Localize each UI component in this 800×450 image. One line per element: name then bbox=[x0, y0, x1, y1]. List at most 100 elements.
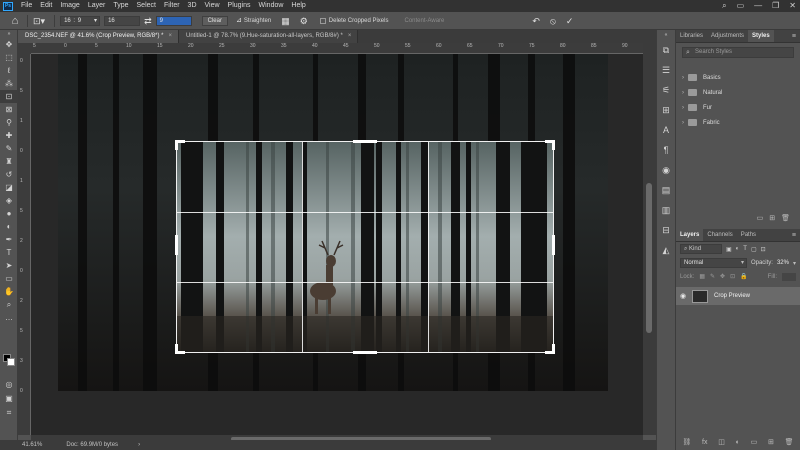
lock-image-icon[interactable]: ✎ bbox=[710, 273, 715, 280]
style-group-fabric[interactable]: › Fabric bbox=[676, 115, 800, 130]
eraser-tool-icon[interactable]: ◪ bbox=[0, 181, 18, 194]
menu-type[interactable]: Type bbox=[109, 0, 132, 12]
patterns-icon[interactable]: ▥ bbox=[657, 200, 675, 220]
ratio-height-field[interactable]: 9 bbox=[155, 15, 192, 26]
swatches-icon[interactable]: ▤ bbox=[657, 180, 675, 200]
lock-all-icon[interactable]: 🔒 bbox=[740, 273, 747, 280]
style-group-basics[interactable]: › Basics bbox=[676, 70, 800, 85]
hand-tool-icon[interactable]: ✋ bbox=[0, 285, 18, 298]
layer-row[interactable]: ◉ Crop Preview bbox=[676, 287, 800, 305]
screen-mode-icon[interactable]: ▣ bbox=[0, 392, 18, 405]
canvas-area[interactable] bbox=[31, 54, 643, 435]
properties-icon[interactable]: ☰ bbox=[657, 60, 675, 80]
opacity-value[interactable]: 32% bbox=[777, 260, 789, 266]
zoom-tool-icon[interactable]: ⌕ bbox=[0, 298, 18, 311]
adjustments-icon[interactable]: ⚟ bbox=[657, 80, 675, 100]
tab-paths[interactable]: Paths bbox=[737, 229, 760, 241]
new-group-icon[interactable]: ▭ bbox=[751, 438, 758, 446]
document-canvas[interactable] bbox=[58, 54, 608, 391]
trash-icon[interactable]: 🗑 bbox=[781, 214, 790, 222]
swap-icon[interactable]: ⇄ bbox=[144, 16, 152, 26]
ratio-width-field[interactable]: 16 bbox=[104, 15, 141, 26]
new-group-icon[interactable]: ▭ bbox=[757, 214, 764, 222]
crop-handle-left[interactable] bbox=[175, 235, 178, 255]
healing-brush-tool-icon[interactable]: ✚ bbox=[0, 129, 18, 142]
lock-position-icon[interactable]: ✥ bbox=[720, 273, 725, 280]
extra-tool-icon[interactable]: ⌗ bbox=[0, 406, 18, 419]
type-filter-icon[interactable]: T bbox=[743, 246, 747, 252]
reset-icon[interactable]: ↶ bbox=[532, 16, 540, 26]
frame-tool-icon[interactable]: ⊠ bbox=[0, 103, 18, 116]
crop-handle-top-right[interactable] bbox=[552, 140, 555, 150]
chevron-right-icon[interactable]: › bbox=[682, 75, 684, 81]
shape-tool-icon[interactable]: ▭ bbox=[0, 272, 18, 285]
actions-icon[interactable]: ◭ bbox=[657, 240, 675, 260]
close-icon[interactable]: × bbox=[168, 33, 172, 39]
layer-kind-filter[interactable]: ⌕ Kind bbox=[680, 244, 722, 254]
history-icon[interactable]: ⧉ bbox=[657, 40, 675, 60]
layer-style-icon[interactable]: fx bbox=[702, 439, 707, 446]
menu-help[interactable]: Help bbox=[287, 0, 309, 12]
style-group-fur[interactable]: › Fur bbox=[676, 100, 800, 115]
gear-icon[interactable]: ⚙ bbox=[300, 16, 308, 26]
tab-styles[interactable]: Styles bbox=[748, 30, 774, 42]
collapse-panels-icon[interactable]: « bbox=[657, 30, 675, 40]
shape-filter-icon[interactable]: ▢ bbox=[751, 246, 757, 253]
lock-transparency-icon[interactable]: ▦ bbox=[699, 273, 705, 280]
magic-wand-tool-icon[interactable]: ⁂ bbox=[0, 77, 18, 90]
cancel-icon[interactable]: ⦸ bbox=[550, 16, 556, 26]
dodge-tool-icon[interactable]: ◐ bbox=[0, 220, 18, 233]
home-icon[interactable]: ⌂ bbox=[8, 14, 22, 28]
crop-handle-right[interactable] bbox=[552, 235, 555, 255]
straighten-label[interactable]: Straighten bbox=[244, 18, 271, 24]
layer-name[interactable]: Crop Preview bbox=[714, 293, 750, 299]
minimize-icon[interactable]: — bbox=[754, 0, 762, 12]
menu-layer[interactable]: Layer bbox=[84, 0, 110, 12]
chevron-down-icon[interactable]: ▾ bbox=[793, 260, 796, 267]
ruler-origin[interactable] bbox=[18, 43, 31, 54]
crop-handle-bottom-right[interactable] bbox=[552, 344, 555, 354]
styles-search-input[interactable]: ⌕ Search Styles bbox=[682, 47, 794, 58]
libraries-icon[interactable]: ⊞ bbox=[657, 100, 675, 120]
marquee-tool-icon[interactable]: ⬚ bbox=[0, 51, 18, 64]
tab-dsc-2354[interactable]: DSC_2354.NEF @ 41.6% (Crop Preview, RGB/… bbox=[18, 30, 179, 43]
pen-tool-icon[interactable]: ✒ bbox=[0, 233, 18, 246]
style-group-natural[interactable]: › Natural bbox=[676, 85, 800, 100]
path-selection-tool-icon[interactable]: ➤ bbox=[0, 259, 18, 272]
paragraph-icon[interactable]: ¶ bbox=[657, 140, 675, 160]
blur-tool-icon[interactable]: ● bbox=[0, 207, 18, 220]
paint-bucket-tool-icon[interactable]: ◈ bbox=[0, 194, 18, 207]
workspace-icon[interactable]: ▭ bbox=[737, 0, 745, 12]
menu-image[interactable]: Image bbox=[56, 0, 83, 12]
blend-mode-select[interactable]: Normal ▾ bbox=[680, 258, 747, 268]
horizontal-ruler[interactable]: 5 0 5 10 15 20 25 30 35 40 45 50 55 60 65 70 75 80 85 90 bbox=[31, 43, 643, 54]
lock-artboard-icon[interactable]: ⊡ bbox=[730, 273, 735, 280]
history-brush-tool-icon[interactable]: ↺ bbox=[0, 168, 18, 181]
menu-select[interactable]: Select bbox=[133, 0, 160, 12]
zoom-level[interactable]: 41.61% bbox=[22, 442, 42, 448]
straighten-icon[interactable]: ⊿ bbox=[236, 16, 242, 26]
more-tools-icon[interactable]: … bbox=[0, 311, 18, 324]
crop-tool-icon[interactable]: ⊡ bbox=[0, 90, 18, 103]
chevron-right-icon[interactable]: › bbox=[682, 105, 684, 111]
menu-window[interactable]: Window bbox=[255, 0, 288, 12]
adjustment-filter-icon[interactable]: ◐ bbox=[736, 246, 740, 252]
content-aware-label[interactable]: Content-Aware bbox=[404, 18, 444, 24]
menu-filter[interactable]: Filter bbox=[160, 0, 184, 12]
tab-channels[interactable]: Channels bbox=[703, 229, 736, 241]
crop-bounding-box[interactable] bbox=[176, 141, 554, 353]
clone-stamp-tool-icon[interactable]: ♜ bbox=[0, 155, 18, 168]
eyedropper-tool-icon[interactable]: ⚲ bbox=[0, 116, 18, 129]
adjustment-layer-icon[interactable]: ◐ bbox=[736, 439, 740, 446]
chevron-right-icon[interactable]: › bbox=[682, 90, 684, 96]
delete-cropped-checkbox[interactable] bbox=[319, 17, 326, 24]
crop-handle-bottom[interactable] bbox=[353, 351, 377, 354]
lasso-tool-icon[interactable]: ℓ bbox=[0, 64, 18, 77]
menu-edit[interactable]: Edit bbox=[36, 0, 56, 12]
tab-adjustments[interactable]: Adjustments bbox=[707, 30, 748, 42]
trash-icon[interactable]: 🗑 bbox=[785, 438, 794, 446]
color-icon[interactable]: ◉ bbox=[657, 160, 675, 180]
menu-view[interactable]: View bbox=[201, 0, 224, 12]
ratio-preset-select[interactable]: 16 : 9 ▾ bbox=[60, 15, 101, 26]
tab-layers[interactable]: Layers bbox=[676, 229, 704, 241]
